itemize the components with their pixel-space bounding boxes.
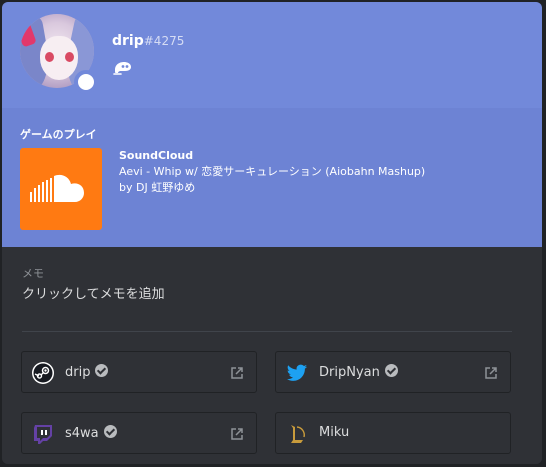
steam-icon [32,362,54,384]
activity-section: ゲームのプレイ SoundCloud Aevi - Whip w/ 恋愛サーキュ… [2,108,542,247]
divider [22,331,512,332]
connection-twitch[interactable]: s4wa [21,412,257,454]
profile-body: メモ クリックしてメモを追加 drip DripNyan s4wa Miku [2,247,542,464]
username: drip [112,33,144,49]
activity-text: SoundCloud Aevi - Whip w/ 恋愛サーキュレーション (A… [119,148,425,196]
activity-state: by DJ 虹野ゆめ [119,181,196,194]
twitch-icon [32,423,54,445]
league-icon [286,423,308,445]
external-link-icon[interactable] [230,365,244,379]
online-status-indicator [74,70,98,94]
twitter-icon [286,362,308,384]
activity-heading: ゲームのプレイ [20,128,97,141]
username-tag[interactable]: drip#4275 [112,33,184,49]
soundcloud-icon [20,148,102,230]
user-profile-modal: drip#4275 ゲームのプレイ SoundCloud Aevi - Whip… [2,2,542,464]
connection-league-of-legends[interactable]: Miku [275,412,511,454]
verified-icon [95,364,109,377]
connection-name: s4wa [65,425,117,441]
connection-twitter[interactable]: DripNyan [275,351,511,393]
external-link-icon[interactable] [230,426,244,440]
profile-header: drip#4275 [2,2,542,108]
note-input[interactable]: クリックしてメモを追加 [22,283,165,302]
external-link-icon[interactable] [484,365,498,379]
note-label: メモ [22,267,44,280]
connection-steam[interactable]: drip [21,351,257,393]
hypesquad-badge-icon[interactable] [112,58,134,78]
connection-name: drip [65,364,109,380]
activity-details: Aevi - Whip w/ 恋愛サーキュレーション (Aiobahn Mash… [119,165,426,178]
connection-name: Miku [319,425,350,440]
connection-name: DripNyan [319,364,398,380]
activity-app-name: SoundCloud [119,149,194,162]
discriminator: #4275 [143,34,185,48]
verified-icon [103,425,117,438]
verified-icon [384,364,398,377]
badge-row [112,58,134,82]
